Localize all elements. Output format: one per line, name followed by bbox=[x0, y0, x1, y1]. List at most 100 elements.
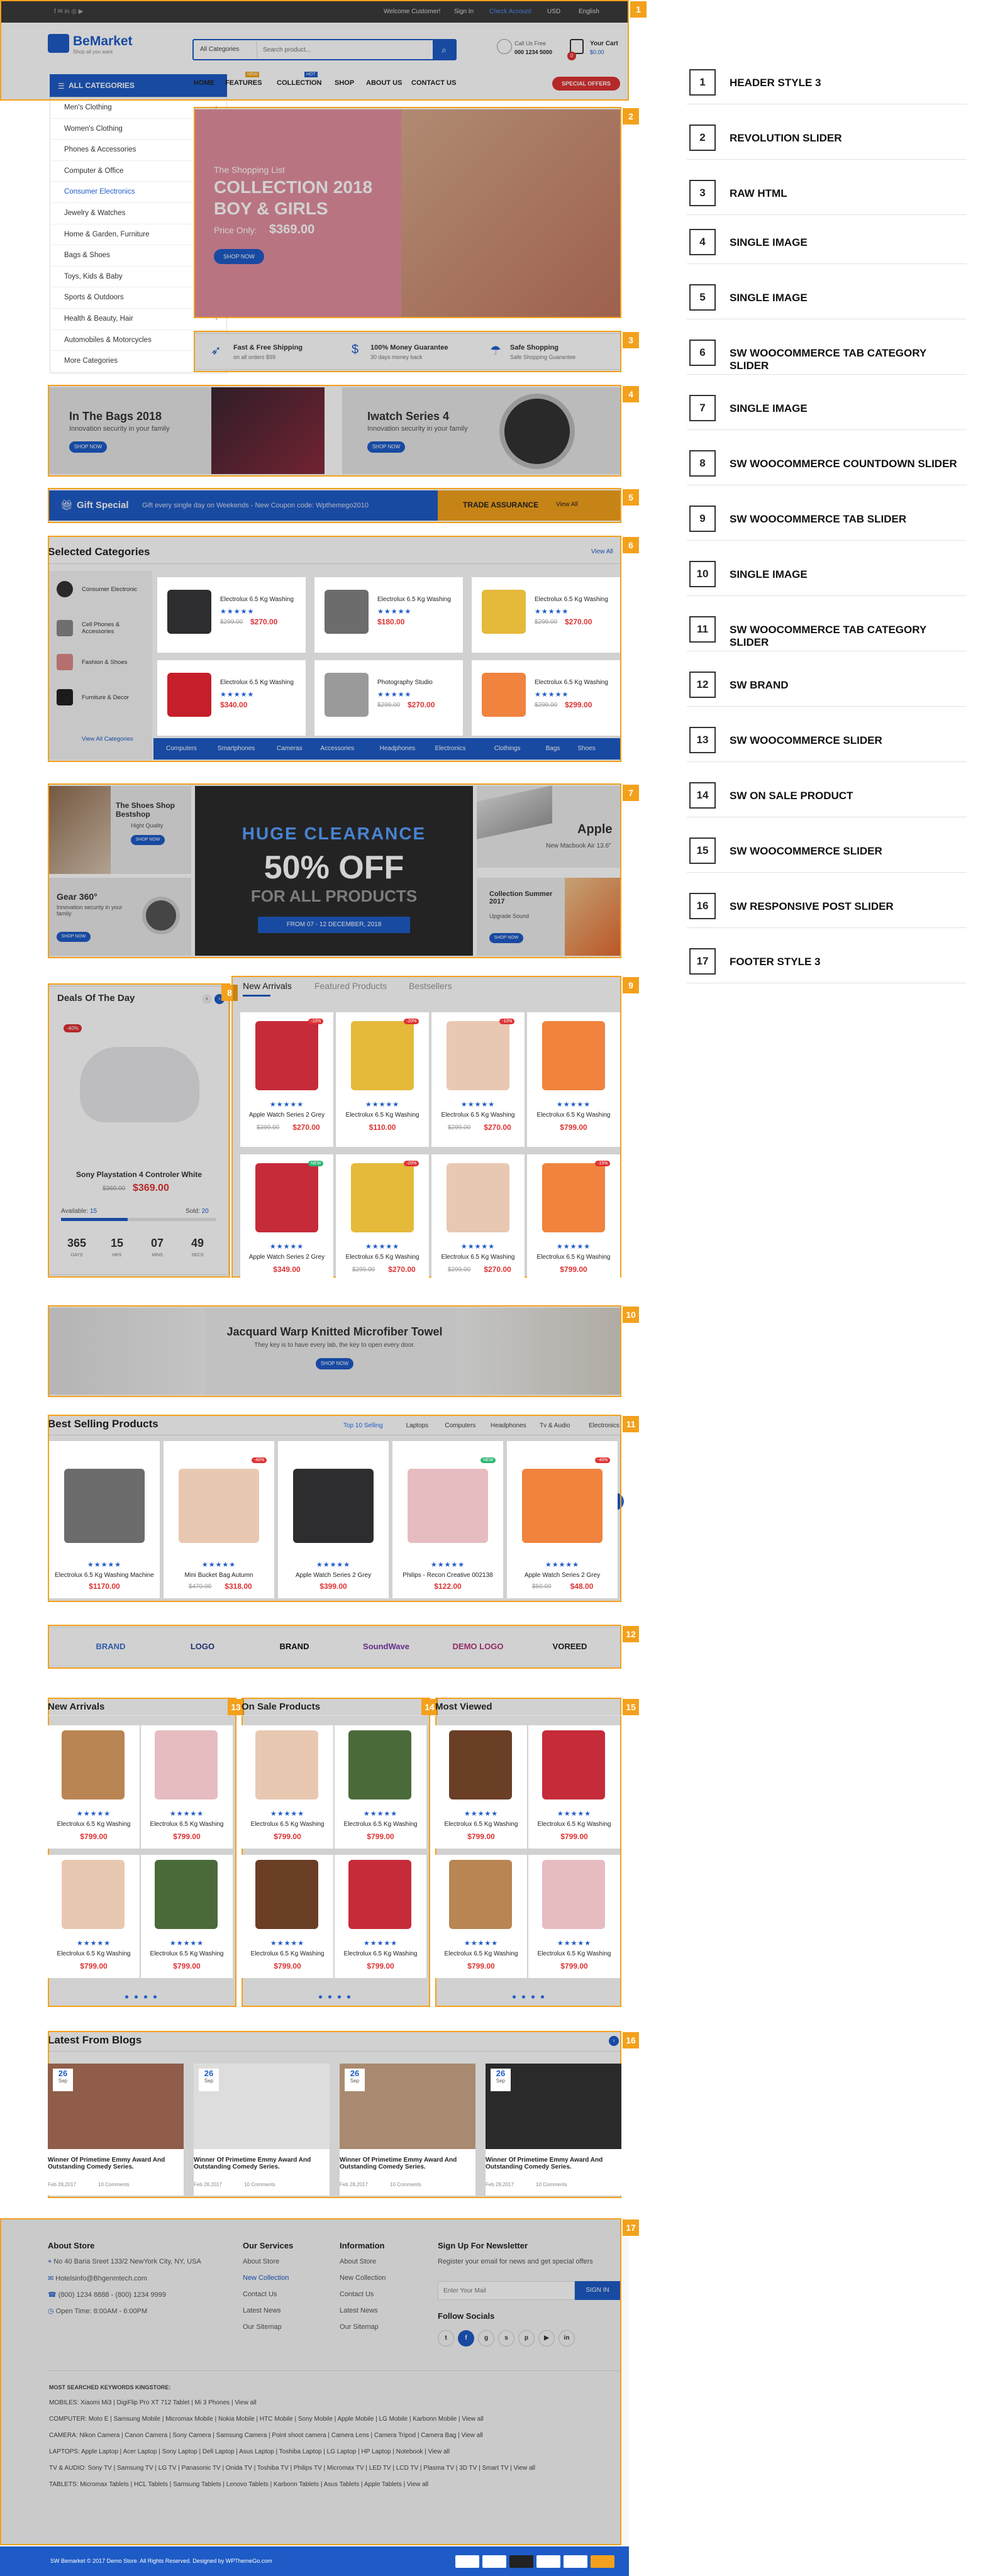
column-product-card[interactable]: ★★★★★ Electrolux 6.5 Kg Washing $799.00 bbox=[528, 1725, 620, 1849]
product-name[interactable]: Electrolux 6.5 Kg Washing bbox=[336, 1112, 429, 1119]
product-name[interactable]: Electrolux 6.5 Kg Washing bbox=[535, 596, 608, 603]
selected-product-card[interactable]: Electrolux 6.5 Kg Washing ★★★★★ $180.00 bbox=[314, 577, 463, 653]
tab-product-card[interactable]: NEW ★★★★★ Apple Watch Series 2 Grey $349.00 bbox=[240, 1154, 333, 1289]
blog-comments[interactable]: 10 Comments bbox=[98, 2182, 130, 2187]
product-name[interactable]: Apple Watch Series 2 Grey bbox=[278, 1572, 389, 1579]
product-name[interactable]: Electrolux 6.5 Kg Washing bbox=[220, 596, 294, 603]
blog-title[interactable]: Winner Of Primetime Emmy Award And Outst… bbox=[340, 2157, 475, 2170]
tab-product-card[interactable]: ★★★★★ Electrolux 6.5 Kg Washing $299.00 $27… bbox=[431, 1154, 525, 1289]
blog-comments[interactable]: 10 Comments bbox=[390, 2182, 421, 2187]
pagination-dots[interactable] bbox=[509, 1994, 547, 1999]
product-price: $799.00 bbox=[173, 1832, 201, 1841]
product-name[interactable]: Apple Watch Series 2 Grey bbox=[240, 1254, 333, 1261]
legend-label: SW WOOCOMMERCE COUNTDOWN SLIDER bbox=[730, 458, 957, 470]
pagination-dots[interactable] bbox=[316, 1994, 353, 1999]
column-product-card[interactable]: ★★★★★ Electrolux 6.5 Kg Washing $799.00 bbox=[528, 1855, 620, 1978]
product-name[interactable]: Electrolux 6.5 Kg Washing bbox=[141, 1821, 233, 1828]
selected-product-card[interactable]: Photography Studio ★★★★★ $299.00 $270.00 bbox=[314, 660, 463, 736]
column-product-card[interactable]: ★★★★★ Electrolux 6.5 Kg Washing $799.00 bbox=[48, 1855, 140, 1978]
product-price: $270.00 bbox=[565, 617, 592, 626]
blog-card[interactable]: 26 Sep Winner Of Primetime Emmy Award And … bbox=[340, 2064, 475, 2196]
product-name[interactable]: Electrolux 6.5 Kg Washing bbox=[335, 1950, 426, 1957]
product-name[interactable]: Apple Watch Series 2 Grey bbox=[240, 1112, 333, 1119]
selected-product-card[interactable]: Electrolux 6.5 Kg Washing ★★★★★ $340.00 bbox=[157, 660, 306, 736]
product-name[interactable]: Apple Watch Series 2 Grey bbox=[507, 1572, 618, 1579]
best-tab[interactable]: Headphones bbox=[491, 1422, 526, 1429]
blog-title[interactable]: Winner Of Primetime Emmy Award And Outst… bbox=[194, 2157, 330, 2170]
tab-product-card[interactable]: -20% ★★★★★ Electrolux 6.5 Kg Washing $299.0… bbox=[336, 1154, 429, 1289]
blog-comments[interactable]: 10 Comments bbox=[244, 2182, 275, 2187]
selected-product-card[interactable]: Electrolux 6.5 Kg Washing ★★★★★ $299.00 $27… bbox=[472, 577, 620, 653]
product-name[interactable]: Electrolux 6.5 Kg Washing bbox=[377, 596, 451, 603]
best-product-card[interactable]: ★★★★★ Apple Watch Series 2 Grey $399.00 bbox=[278, 1441, 389, 1598]
blog-card[interactable]: 26 Sep Winner Of Primetime Emmy Award And … bbox=[194, 2064, 330, 2196]
best-product-card[interactable]: -40% ★★★★★ Mini Bucket Bag Autumn $470.00 $3… bbox=[164, 1441, 274, 1598]
column-product-card[interactable]: ★★★★★ Electrolux 6.5 Kg Washing $799.00 bbox=[242, 1855, 333, 1978]
discover-icon bbox=[564, 2555, 587, 2568]
product-name[interactable]: Mini Bucket Bag Autumn bbox=[164, 1572, 274, 1579]
best-tab[interactable]: Computers bbox=[445, 1422, 475, 1429]
rating-stars: ★★★★★ bbox=[365, 1243, 400, 1251]
product-name[interactable]: Electrolux 6.5 Kg Washing bbox=[336, 1254, 429, 1261]
legend-number: 8 bbox=[689, 450, 716, 477]
blog-date-badge: 26 Sep bbox=[53, 2069, 73, 2091]
best-product-card[interactable]: -40% ★★★★★ Apple Watch Series 2 Grey $50.00… bbox=[507, 1441, 618, 1598]
best-product-card[interactable]: NEW ★★★★★ Philips - Recon Creative 002138 $… bbox=[392, 1441, 503, 1598]
column-divider bbox=[242, 1715, 428, 1716]
column-product-card[interactable]: ★★★★★ Electrolux 6.5 Kg Washing $799.00 bbox=[335, 1855, 426, 1978]
product-name[interactable]: Philips - Recon Creative 002138 bbox=[392, 1572, 503, 1579]
product-name[interactable]: Electrolux 6.5 Kg Washing bbox=[528, 1821, 620, 1828]
rating-stars: ★★★★★ bbox=[76, 1940, 111, 1947]
product-name[interactable]: Electrolux 6.5 Kg Washing bbox=[141, 1950, 233, 1957]
tab-product-card[interactable]: ★★★★★ Electrolux 6.5 Kg Washing $799.00 bbox=[527, 1012, 620, 1147]
column-product-card[interactable]: ★★★★★ Electrolux 6.5 Kg Washing $799.00 bbox=[435, 1855, 527, 1978]
product-name[interactable]: Electrolux 6.5 Kg Washing bbox=[435, 1821, 527, 1828]
product-name[interactable]: Electrolux 6.5 Kg Washing bbox=[431, 1254, 525, 1261]
product-badge: -10% bbox=[308, 1019, 324, 1024]
tab-product-card[interactable]: -10% ★★★★★ Electrolux 6.5 Kg Washing $299.0… bbox=[431, 1012, 525, 1147]
selected-product-card[interactable]: Electrolux 6.5 Kg Washing ★★★★★ $299.00 $29… bbox=[472, 660, 620, 736]
blog-card[interactable]: 26 Sep Winner Of Primetime Emmy Award And … bbox=[48, 2064, 184, 2196]
blog-card[interactable]: 26 Sep Winner Of Primetime Emmy Award And … bbox=[486, 2064, 621, 2196]
column-product-card[interactable]: ★★★★★ Electrolux 6.5 Kg Washing $799.00 bbox=[141, 1725, 233, 1849]
blog-title[interactable]: Winner Of Primetime Emmy Award And Outst… bbox=[486, 2157, 621, 2170]
blog-comments[interactable]: 10 Comments bbox=[536, 2182, 567, 2187]
product-name[interactable]: Electrolux 6.5 Kg Washing bbox=[48, 1821, 140, 1828]
product-name[interactable]: Electrolux 6.5 Kg Washing bbox=[220, 679, 294, 686]
product-name[interactable]: Electrolux 6.5 Kg Washing bbox=[335, 1821, 426, 1828]
product-name[interactable]: Photography Studio bbox=[377, 679, 433, 686]
product-name[interactable]: Electrolux 6.5 Kg Washing bbox=[527, 1112, 620, 1119]
selected-product-card[interactable]: Electrolux 6.5 Kg Washing ★★★★★ $299.00 $27… bbox=[157, 577, 306, 653]
legend-label: HEADER STYLE 3 bbox=[730, 77, 821, 89]
column-product-card[interactable]: ★★★★★ Electrolux 6.5 Kg Washing $799.00 bbox=[435, 1725, 527, 1849]
best-tab[interactable]: Laptops bbox=[406, 1422, 429, 1429]
product-name[interactable]: Electrolux 6.5 Kg Washing bbox=[242, 1821, 333, 1828]
legend-row: 3 RAW HTML bbox=[687, 174, 967, 215]
column-product-card[interactable]: ★★★★★ Electrolux 6.5 Kg Washing $799.00 bbox=[242, 1725, 333, 1849]
product-price: $270.00 bbox=[484, 1265, 511, 1274]
legend-row: 5 SINGLE IMAGE bbox=[687, 278, 967, 319]
product-name[interactable]: Electrolux 6.5 Kg Washing bbox=[48, 1950, 140, 1957]
legend-number: 4 bbox=[689, 229, 716, 255]
tab-product-card[interactable]: -20% ★★★★★ Electrolux 6.5 Kg Washing $110.0… bbox=[336, 1012, 429, 1147]
product-old-price: $299.00 bbox=[448, 1124, 471, 1131]
best-product-card[interactable]: ★★★★★ Electrolux 6.5 Kg Washing Machine $1… bbox=[49, 1441, 160, 1598]
best-tab[interactable]: Electronics bbox=[589, 1422, 619, 1429]
column-product-card[interactable]: ★★★★★ Electrolux 6.5 Kg Washing $799.00 bbox=[335, 1725, 426, 1849]
column-product-card[interactable]: ★★★★★ Electrolux 6.5 Kg Washing $799.00 bbox=[48, 1725, 140, 1849]
tab-product-card[interactable]: -15% ★★★★★ Electrolux 6.5 Kg Washing $799.0… bbox=[527, 1154, 620, 1289]
column-product-card[interactable]: ★★★★★ Electrolux 6.5 Kg Washing $799.00 bbox=[141, 1855, 233, 1978]
tab-product-card[interactable]: -10% ★★★★★ Apple Watch Series 2 Grey $399.0… bbox=[240, 1012, 333, 1147]
product-name[interactable]: Electrolux 6.5 Kg Washing bbox=[535, 679, 608, 686]
product-name[interactable]: Electrolux 6.5 Kg Washing bbox=[435, 1950, 527, 1957]
product-name[interactable]: Electrolux 6.5 Kg Washing bbox=[431, 1112, 525, 1119]
product-name[interactable]: Electrolux 6.5 Kg Washing bbox=[527, 1254, 620, 1261]
product-name[interactable]: Electrolux 6.5 Kg Washing bbox=[242, 1950, 333, 1957]
best-tab[interactable]: Tv & Audio bbox=[540, 1422, 570, 1429]
best-tab[interactable]: Top 10 Selling bbox=[343, 1422, 383, 1429]
blog-title[interactable]: Winner Of Primetime Emmy Award And Outst… bbox=[48, 2157, 184, 2170]
legend-label: REVOLUTION SLIDER bbox=[730, 132, 842, 144]
product-name[interactable]: Electrolux 6.5 Kg Washing Machine bbox=[49, 1572, 160, 1579]
product-name[interactable]: Electrolux 6.5 Kg Washing bbox=[528, 1950, 620, 1957]
pagination-dots[interactable] bbox=[122, 1994, 160, 1999]
